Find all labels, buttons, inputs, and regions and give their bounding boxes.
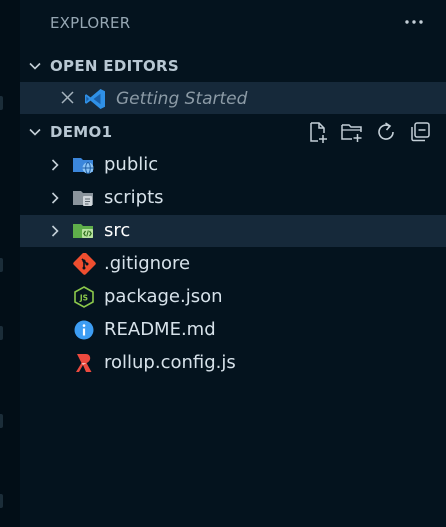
collapse-all-icon[interactable] [408,120,432,144]
chevron-right-icon [51,192,59,204]
explorer-panel: EXPLORER OPEN EDITORS Getting Started DE… [20,0,446,527]
tree-item-label: scripts [104,187,164,208]
vscode-icon [85,89,105,109]
ellipsis-icon[interactable] [402,10,426,34]
info-icon [74,320,94,340]
explorer-header: EXPLORER [20,0,446,46]
activity-indicator [0,96,3,110]
tree-item-gitignore[interactable]: .gitignore [20,248,446,280]
close-icon[interactable] [60,90,75,105]
workspace-actions [306,116,446,148]
chevron-down-icon [29,62,41,70]
chevron-right-icon [51,225,59,237]
activity-bar-edge [0,0,20,527]
tree-item-rollup-config[interactable]: rollup.config.js [20,347,446,379]
activity-indicator [0,326,3,340]
tree-item-readme[interactable]: README.md [20,314,446,346]
new-file-icon[interactable] [306,120,330,144]
tree-item-label: rollup.config.js [104,352,236,373]
svg-text:JS: JS [79,294,88,303]
tree-item-package-json[interactable]: JS package.json [20,281,446,313]
workspace-title: DEMO1 [50,123,113,141]
new-folder-icon[interactable] [340,120,364,144]
open-editor-item-getting-started[interactable]: Getting Started [20,82,446,114]
folder-public-icon [73,158,94,174]
activity-indicator [0,494,3,508]
tree-item-label: src [104,220,131,241]
tree-item-label: package.json [104,286,223,307]
git-icon [73,253,96,275]
explorer-title: EXPLORER [50,14,131,32]
chevron-down-icon [29,128,41,136]
open-editor-label: Getting Started [116,89,248,109]
rollup-icon [76,354,92,372]
folder-scripts-icon [73,191,93,206]
chevron-right-icon [51,159,59,171]
refresh-icon[interactable] [374,120,398,144]
tree-item-public[interactable]: public [20,149,446,181]
tree-item-label: public [104,154,159,175]
activity-indicator [0,414,3,428]
open-editors-section-header[interactable]: OPEN EDITORS [20,50,446,82]
folder-src-icon [73,224,93,238]
tree-item-label: .gitignore [104,253,191,274]
tree-item-src[interactable]: src [20,215,446,247]
open-editors-title: OPEN EDITORS [50,57,179,75]
activity-indicator [0,258,3,272]
nodejs-icon: JS [74,286,94,308]
tree-item-label: README.md [104,319,216,340]
tree-item-scripts[interactable]: scripts [20,182,446,214]
workspace-section-header[interactable]: DEMO1 [20,116,446,148]
